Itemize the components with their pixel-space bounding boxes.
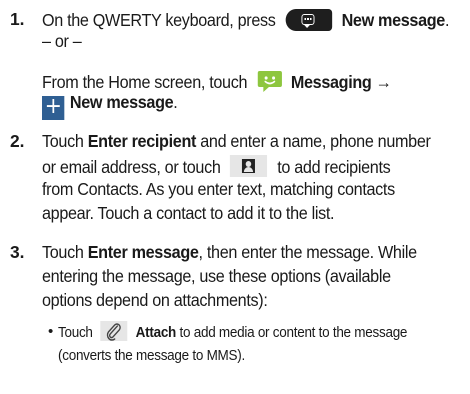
step-1-line-4: + New message. xyxy=(42,92,178,120)
step-1-number: 1. xyxy=(10,9,25,29)
bullet-text-a: Touch xyxy=(58,324,93,341)
bullet-symbol: • xyxy=(48,323,54,340)
step-2-number: 2. xyxy=(10,131,25,151)
step-1-period: . xyxy=(444,10,450,30)
step-3-line-2: entering the message, use these options … xyxy=(42,266,391,286)
new-message-plus-icon: + xyxy=(42,96,65,120)
step-2-line-1: Touch Enter recipient and enter a name, … xyxy=(42,131,431,152)
step-2-enter-recipient-label: Enter recipient xyxy=(87,131,197,151)
step-1-new-message-label: New message xyxy=(341,10,446,30)
instruction-page: 1. On the QWERTY keyboard, press New mes… xyxy=(0,0,470,394)
step-2-text-c: or email address, or touch xyxy=(42,157,221,177)
step-1-home-text: From the Home screen, touch xyxy=(42,72,248,92)
step-1-or: – or – xyxy=(42,31,82,51)
step-2-line-2: or email address, or touch to add recipi… xyxy=(42,155,391,178)
step-2-text-b: and enter a name, phone number xyxy=(200,131,431,151)
bullet-attach-line-2: (converts the message to MMS). xyxy=(58,347,245,364)
step-1-messaging-label: Messaging → xyxy=(290,72,392,92)
step-2-line-3: from Contacts. As you enter text, matchi… xyxy=(42,179,395,199)
step-3-text-b: , then enter the message. While xyxy=(198,242,418,262)
step-3-line-3: options depend on attachments): xyxy=(42,290,268,310)
messaging-app-icon xyxy=(257,68,283,94)
step-3-enter-message-label: Enter message xyxy=(87,242,199,262)
bullet-attach-line-1: Touch Attach to add media or content to … xyxy=(58,321,407,342)
contact-card-icon xyxy=(230,155,268,177)
step-3-text-a: Touch xyxy=(42,242,84,262)
step-1-new-message-label-2: New message xyxy=(69,92,174,112)
step-2-text-d: to add recipients xyxy=(277,157,391,177)
bullet-text-b: to add media or content to the message xyxy=(179,324,408,341)
step-2-text-a: Touch xyxy=(42,131,84,151)
step-1-period-2: . xyxy=(173,92,178,112)
step-3-number: 3. xyxy=(10,242,25,262)
step-1-text: On the QWERTY keyboard, press xyxy=(42,10,276,30)
step-1-line-3: From the Home screen, touch Messaging → xyxy=(42,68,392,94)
step-1-line-1: On the QWERTY keyboard, press New messag… xyxy=(42,9,450,31)
step-2-line-4: appear. Touch a contact to add it to the… xyxy=(42,203,335,223)
paperclip-icon xyxy=(100,321,128,341)
step-3-line-1: Touch Enter message, then enter the mess… xyxy=(42,242,417,263)
message-key-icon xyxy=(285,9,332,31)
bullet-attach-label: Attach xyxy=(135,324,177,341)
